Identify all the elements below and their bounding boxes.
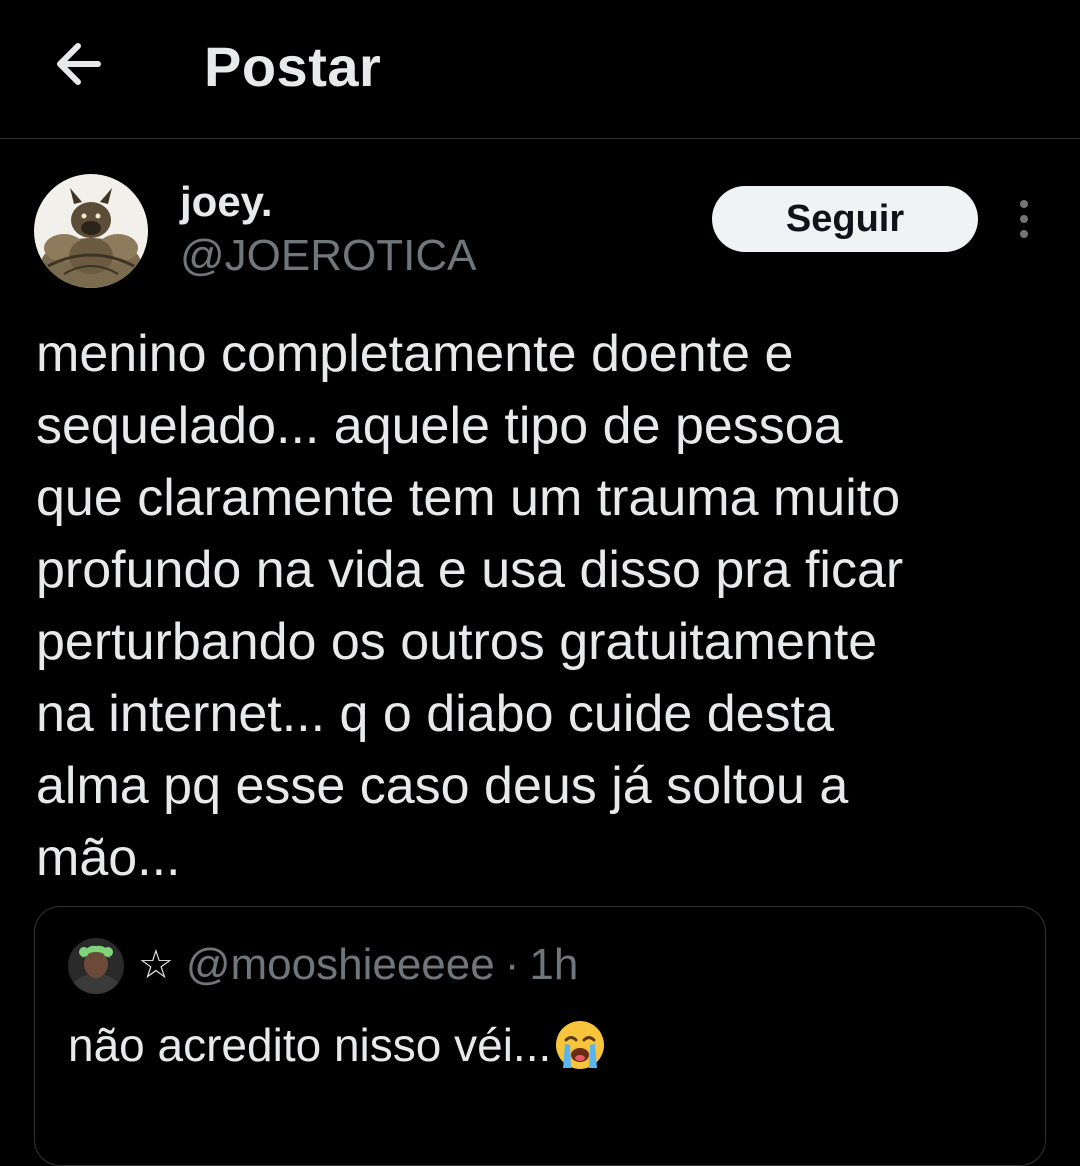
follow-button[interactable]: Seguir [712, 186, 978, 252]
vertical-ellipsis-icon [1020, 200, 1028, 238]
author-handle[interactable]: @JOEROTICA [180, 228, 476, 284]
author-display-name[interactable]: joey. [180, 176, 273, 228]
post-text: menino completamente doente e sequelado.… [36, 325, 904, 887]
star-icon: ☆ [138, 943, 174, 987]
arrow-left-icon [57, 43, 101, 85]
avatar-image [34, 174, 148, 288]
quoted-post-time[interactable]: 1h [529, 936, 578, 994]
quoted-post-text-row: não acredito nisso véi... [68, 1014, 607, 1076]
loudly-crying-face-icon [556, 1021, 605, 1069]
quoted-author-avatar[interactable] [68, 938, 124, 994]
more-options-button[interactable] [1004, 198, 1044, 242]
back-button[interactable] [46, 34, 112, 94]
author-avatar[interactable] [34, 174, 148, 288]
top-bar: Postar [0, 0, 1080, 139]
meta-separator: · [504, 940, 520, 989]
avatar-image [68, 938, 124, 994]
quoted-post-meta: ☆ @mooshieeeee · 1h [138, 936, 578, 994]
page-title: Postar [204, 35, 382, 98]
quoted-author-handle[interactable]: @mooshieeeee [186, 936, 495, 994]
quoted-post-text: não acredito nisso véi... [68, 1019, 552, 1071]
